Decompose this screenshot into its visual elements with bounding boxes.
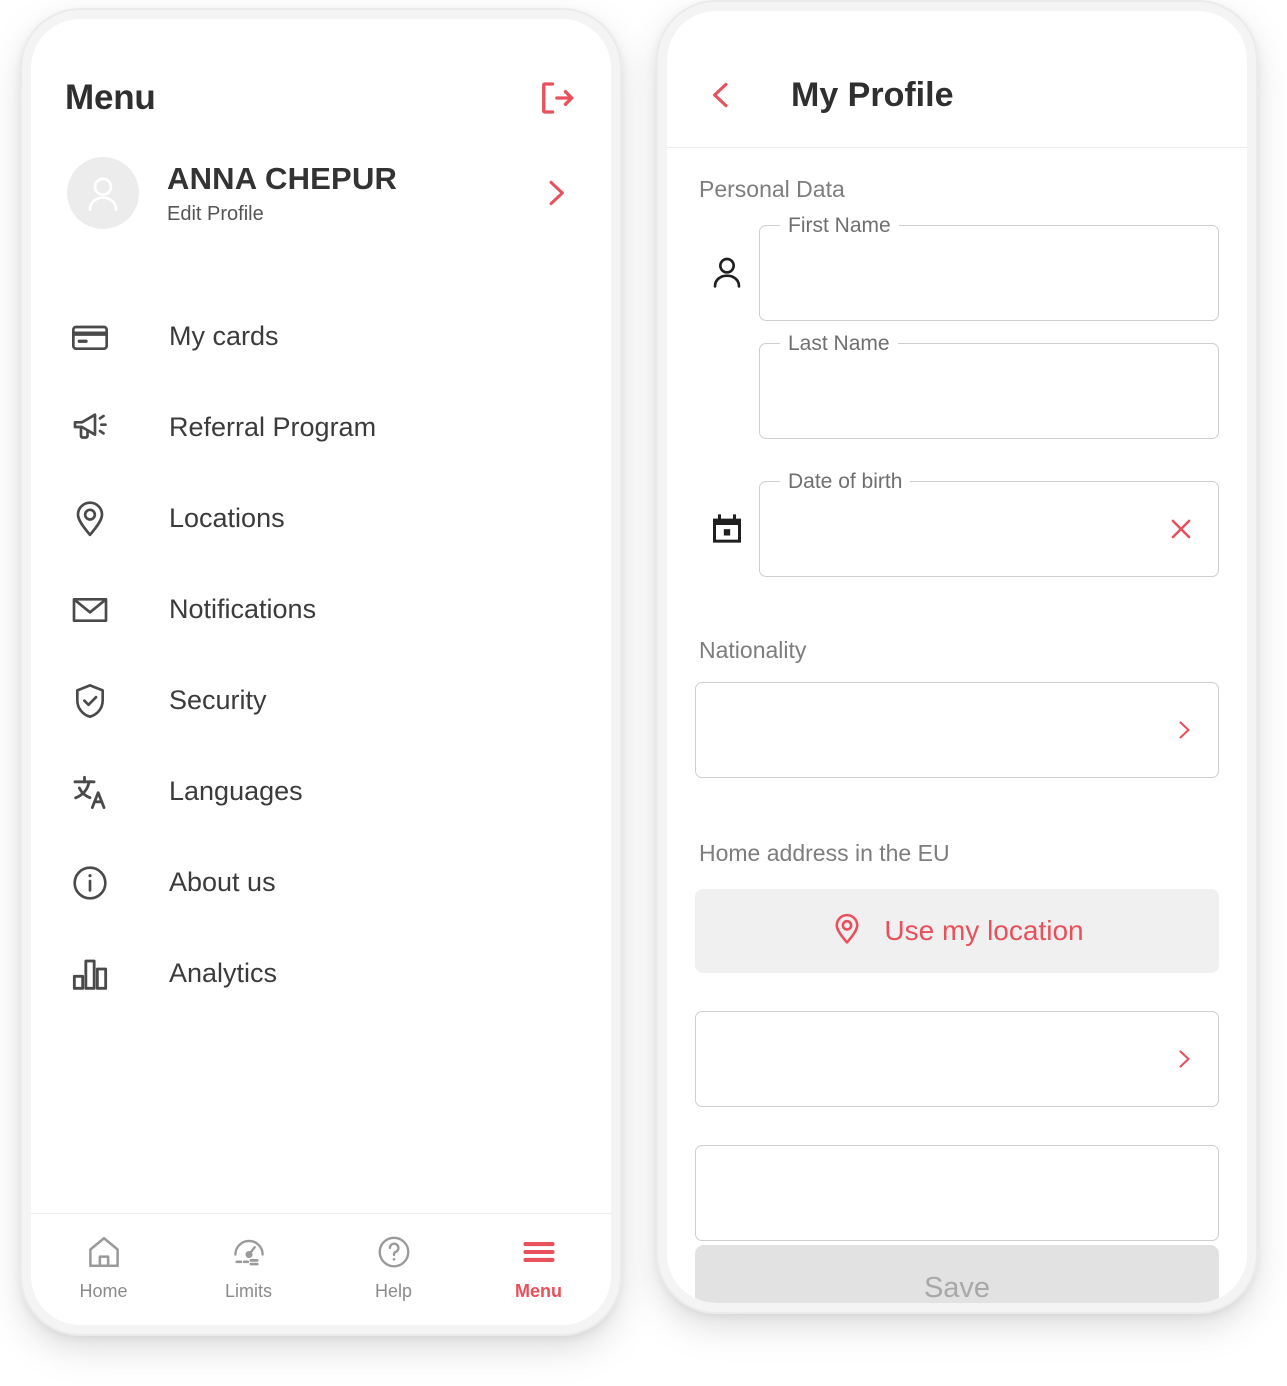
profile-text: ANNA CHEPUR Edit Profile: [167, 161, 539, 226]
sidebar-item-referral-program[interactable]: Referral Program: [31, 382, 611, 473]
menu-header: Menu: [31, 19, 611, 119]
sidebar-item-label: Analytics: [169, 958, 278, 988]
sidebar-item-label: Locations: [169, 503, 285, 533]
page-title: Menu: [65, 78, 156, 117]
tab-label: Limits: [224, 1281, 272, 1301]
phone-frame-menu: Menu ANNA CHEPUR Edit Profile My cards R…: [22, 10, 620, 1334]
nationality-field[interactable]: [695, 682, 1219, 778]
address-field-secondary[interactable]: [695, 1145, 1219, 1241]
field-row-first-name: First Name: [695, 214, 1219, 321]
profile-screen: My Profile Personal Data First Name Last…: [667, 11, 1247, 1303]
question-icon: [375, 1232, 413, 1272]
use-my-location-label: Use my location: [884, 915, 1084, 946]
section-label-nationality: Nationality: [699, 637, 807, 663]
date-of-birth-field[interactable]: Date of birth: [759, 470, 1219, 577]
tab-home[interactable]: Home: [31, 1232, 176, 1302]
home-icon: [85, 1232, 123, 1272]
last-name-field[interactable]: Last Name: [759, 332, 1219, 439]
avatar: [67, 157, 139, 229]
sidebar-item-security[interactable]: Security: [31, 655, 611, 746]
chevron-right-icon: [1172, 715, 1196, 745]
calendar-icon: [695, 509, 759, 549]
tab-label: Menu: [515, 1281, 562, 1301]
profile-header: My Profile: [667, 11, 1247, 148]
use-my-location-button[interactable]: Use my location: [695, 889, 1219, 973]
tab-label: Help: [374, 1281, 413, 1301]
sidebar-item-label: About us: [169, 867, 276, 897]
sidebar-item-languages[interactable]: Languages: [31, 746, 611, 837]
map-pin-icon: [830, 912, 864, 951]
menu-list: My cards Referral Program Locations Noti…: [31, 291, 611, 1019]
info-circle-icon: [67, 860, 113, 906]
first-name-field[interactable]: First Name: [759, 214, 1219, 321]
map-pin-icon: [67, 496, 113, 542]
shield-check-icon: [67, 678, 113, 724]
profile-subtitle: Edit Profile: [167, 202, 264, 225]
first-name-label: First Name: [780, 214, 899, 238]
close-x-icon[interactable]: [1166, 514, 1196, 544]
profile-form: Personal Data First Name Last Name Date …: [667, 148, 1247, 1303]
person-icon: [695, 253, 759, 293]
logout-icon[interactable]: [535, 77, 577, 119]
tab-help[interactable]: Help: [321, 1232, 466, 1302]
credit-card-icon: [67, 314, 113, 360]
profile-row[interactable]: ANNA CHEPUR Edit Profile: [31, 119, 611, 229]
date-of-birth-label: Date of birth: [780, 470, 911, 494]
section-label-personal-data: Personal Data: [699, 176, 845, 202]
chevron-left-icon[interactable]: [689, 73, 753, 117]
phone-frame-profile: My Profile Personal Data First Name Last…: [658, 2, 1256, 1312]
gauge-icon: [230, 1232, 268, 1272]
field-row-last-name: Last Name: [695, 332, 1219, 439]
chevron-right-icon: [1172, 1044, 1196, 1074]
save-button[interactable]: Save: [695, 1245, 1219, 1303]
save-button-container: Save: [695, 1245, 1219, 1303]
dual-phone-mockup: Menu ANNA CHEPUR Edit Profile My cards R…: [0, 0, 1287, 1386]
bottom-tabbar: Home Limits Help Menu: [31, 1213, 611, 1325]
bar-chart-icon: [67, 951, 113, 997]
field-row-date-of-birth: Date of birth: [695, 470, 1219, 577]
sidebar-item-label: Security: [169, 685, 267, 715]
last-name-label: Last Name: [780, 332, 898, 356]
sidebar-item-label: Languages: [169, 776, 303, 806]
sidebar-item-notifications[interactable]: Notifications: [31, 564, 611, 655]
sidebar-item-analytics[interactable]: Analytics: [31, 928, 611, 1019]
sidebar-item-locations[interactable]: Locations: [31, 473, 611, 564]
tab-limits[interactable]: Limits: [176, 1232, 321, 1302]
page-title: My Profile: [791, 75, 954, 114]
tab-label: Home: [79, 1281, 128, 1301]
menu-spacer: [31, 1019, 611, 1213]
sidebar-item-my-cards[interactable]: My cards: [31, 291, 611, 382]
chevron-right-icon[interactable]: [539, 171, 573, 215]
envelope-icon: [67, 587, 113, 633]
megaphone-icon: [67, 405, 113, 451]
profile-name: ANNA CHEPUR: [167, 160, 398, 196]
sidebar-item-label: Notifications: [169, 594, 317, 624]
section-label-home-address: Home address in the EU: [699, 840, 950, 866]
translate-icon: [67, 769, 113, 815]
tab-menu[interactable]: Menu: [466, 1232, 611, 1302]
address-field[interactable]: [695, 1011, 1219, 1107]
person-avatar-icon: [88, 177, 118, 212]
sidebar-item-label: My cards: [169, 321, 279, 351]
save-button-label: Save: [923, 1271, 991, 1304]
hamburger-icon: [520, 1232, 558, 1272]
menu-screen: Menu ANNA CHEPUR Edit Profile My cards R…: [31, 19, 611, 1325]
sidebar-item-about-us[interactable]: About us: [31, 837, 611, 928]
sidebar-item-label: Referral Program: [169, 412, 377, 442]
